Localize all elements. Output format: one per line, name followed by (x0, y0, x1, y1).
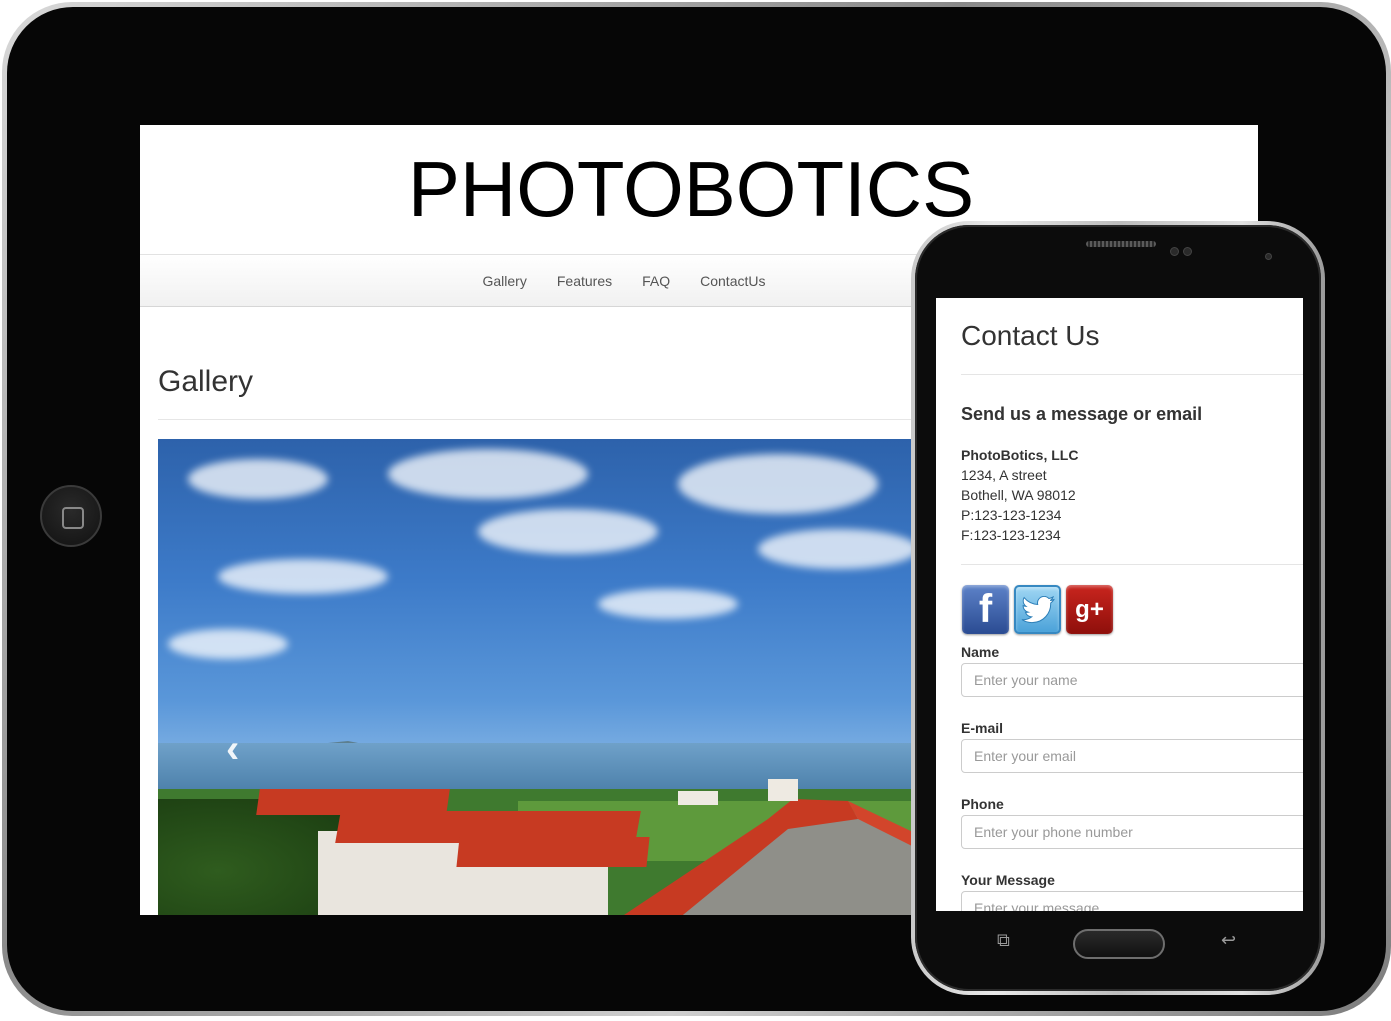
cloud (168, 629, 288, 659)
phone-label: Phone (961, 796, 1004, 812)
proximity-sensor-icon (1265, 253, 1272, 260)
company-name: PhotoBotics, LLC (961, 447, 1079, 463)
title-divider (961, 374, 1303, 375)
front-camera-icon (1170, 247, 1179, 256)
sensor-icon (1183, 247, 1192, 256)
cloud (388, 449, 588, 499)
phone-hardware-keys: ⧉ ↩ (915, 913, 1321, 973)
email-input[interactable] (961, 739, 1303, 773)
phone-bezel: Contact Us Send us a message or email Ph… (915, 225, 1321, 991)
address-fax: F:123-123-1234 (961, 527, 1061, 543)
social-links: f g+ (962, 585, 1113, 634)
contact-subtitle: Send us a message or email (961, 404, 1203, 424)
nav-faq[interactable]: FAQ (627, 273, 685, 289)
cloud (678, 454, 878, 514)
bay-water (158, 743, 938, 795)
gallery-heading: Gallery (158, 365, 254, 398)
address-block: PhotoBotics, LLC 1234, A street Bothell,… (961, 445, 1078, 545)
nav-gallery[interactable]: Gallery (468, 273, 542, 289)
site-title[interactable]: PHOTOBOTICS (408, 144, 974, 235)
address-street: 1234, A street (961, 467, 1047, 483)
google-plus-icon[interactable]: g+ (1066, 585, 1113, 634)
cloud (188, 459, 328, 499)
cloud (598, 589, 738, 619)
address-city: Bothell, WA 98012 (961, 487, 1076, 503)
cloud (218, 559, 388, 594)
name-input[interactable] (961, 663, 1303, 697)
cloud (478, 509, 658, 554)
house (678, 791, 718, 805)
message-textarea[interactable] (961, 891, 1303, 911)
twitter-bird-icon (1021, 595, 1054, 623)
recent-apps-icon[interactable]: ⧉ (997, 931, 1010, 949)
address-divider (961, 564, 1303, 565)
contact-title: Contact Us (961, 320, 1100, 351)
name-label: Name (961, 644, 1000, 660)
nav-contactus[interactable]: ContactUs (685, 273, 780, 289)
house (768, 779, 798, 801)
phone-input[interactable] (961, 815, 1303, 849)
back-icon[interactable]: ↩ (1221, 931, 1236, 949)
address-phone: P:123-123-1234 (961, 507, 1062, 523)
phone-speaker (1086, 241, 1156, 247)
tablet-home-button[interactable] (40, 485, 102, 547)
nav-features[interactable]: Features (542, 273, 627, 289)
cloud (758, 529, 918, 569)
phone-home-button[interactable] (1073, 929, 1165, 959)
facebook-icon[interactable]: f (962, 585, 1009, 634)
phone-screen: Contact Us Send us a message or email Ph… (936, 298, 1303, 911)
carousel-prev-icon[interactable]: ‹ (226, 729, 239, 769)
barn (624, 799, 938, 915)
message-label: Your Message (961, 872, 1055, 888)
phone-device: Contact Us Send us a message or email Ph… (911, 221, 1325, 995)
email-label: E-mail (961, 720, 1004, 736)
twitter-icon[interactable] (1014, 585, 1061, 634)
gallery-carousel[interactable]: ‹ (158, 439, 938, 915)
